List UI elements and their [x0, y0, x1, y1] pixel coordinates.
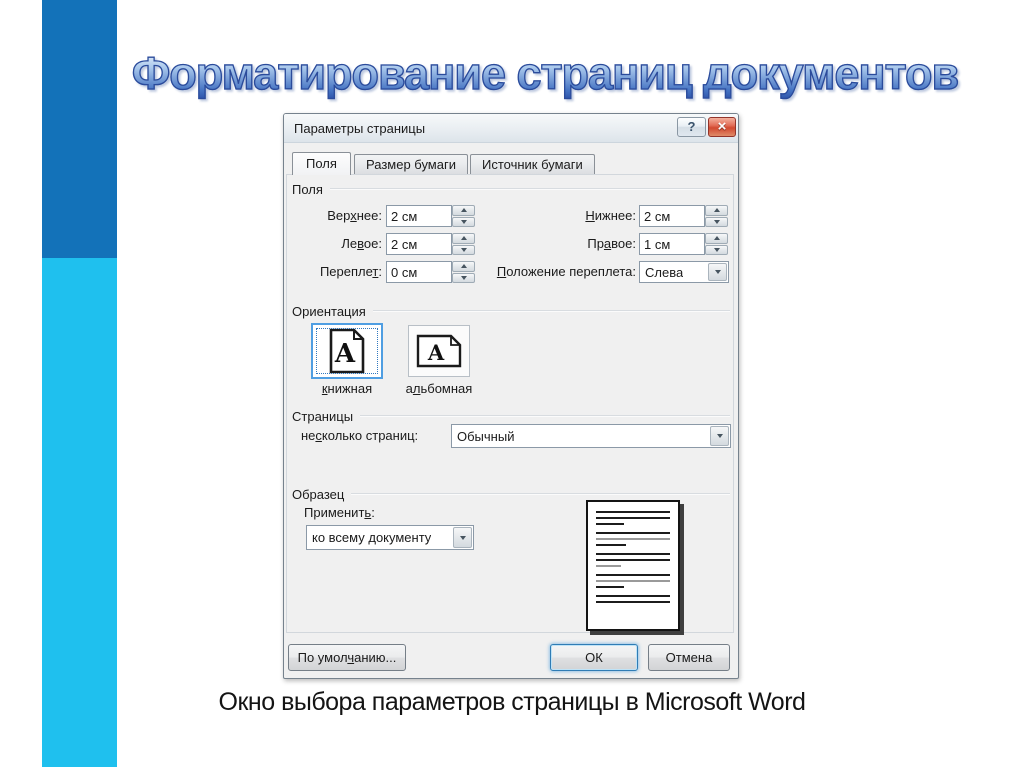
margin-top-input[interactable]: [386, 205, 452, 227]
group-pages-label: Страницы: [292, 408, 354, 424]
document-preview: [586, 500, 680, 631]
combo-value: Слева: [645, 264, 684, 280]
help-button[interactable]: ?: [677, 117, 706, 137]
triangle-down-icon: [459, 535, 466, 540]
triangle-down-icon: [714, 270, 721, 274]
orientation-landscape-option-label[interactable]: альбомная: [394, 381, 484, 396]
tab-paper-size[interactable]: Размер бумаги: [354, 154, 468, 174]
page-setup-dialog: Параметры страницы ? × Поля Размер бумаг…: [283, 113, 739, 679]
cancel-button[interactable]: Отмена: [648, 644, 730, 671]
margin-right-spinner: [705, 233, 728, 255]
page-portrait-icon: A: [329, 328, 365, 374]
orientation-landscape-button[interactable]: A: [408, 325, 470, 377]
spin-down-button[interactable]: [705, 216, 728, 227]
group-separator-line: [372, 310, 730, 312]
triangle-down-icon: [713, 219, 720, 224]
triangle-down-icon: [716, 434, 723, 438]
group-separator-line: [351, 493, 730, 495]
margin-right-label: Правое:: [587, 236, 636, 251]
svg-text:A: A: [427, 340, 445, 365]
group-separator-line: [360, 415, 730, 417]
spin-down-button[interactable]: [705, 244, 728, 255]
accent-bar-top: [42, 0, 117, 258]
multiple-pages-label: несколько страниц:: [301, 428, 419, 443]
spin-up-button[interactable]: [705, 205, 728, 216]
triangle-up-icon: [713, 208, 720, 213]
combo-arrow-button[interactable]: [710, 426, 729, 446]
combo-arrow-button[interactable]: [453, 527, 472, 548]
spin-up-button[interactable]: [705, 233, 728, 244]
gutter-position-combo[interactable]: Слева: [639, 261, 729, 283]
margin-top-label: Верхнее:: [327, 208, 382, 223]
accent-bar: [42, 0, 117, 767]
group-pages-header: Страницы: [292, 408, 730, 424]
slide-caption: Окно выбора параметров страницы в Micros…: [218, 688, 806, 716]
dialog-title-text: Параметры страницы: [294, 121, 426, 136]
group-separator-line: [329, 188, 730, 190]
orientation-portrait-button[interactable]: A: [311, 323, 383, 379]
margin-bottom-label: Нижнее:: [585, 208, 636, 223]
margin-bottom-input[interactable]: [639, 205, 705, 227]
margin-bottom-spinner: [705, 205, 728, 227]
combo-value: Обычный: [457, 428, 515, 444]
margin-right-input[interactable]: [639, 233, 705, 255]
group-sample-label: Образец: [292, 486, 345, 502]
triangle-down-icon: [713, 247, 720, 252]
close-button[interactable]: ×: [708, 117, 736, 137]
gutter-input[interactable]: [386, 261, 452, 283]
dialog-titlebar[interactable]: Параметры страницы ? ×: [284, 114, 738, 143]
ok-button[interactable]: ОК: [550, 644, 638, 671]
group-orientation-header: Ориентация: [292, 303, 730, 319]
tab-paper-source[interactable]: Источник бумаги: [470, 154, 595, 174]
gutter-position-label: Положение переплета:: [496, 264, 636, 279]
margin-left-label: Левое:: [341, 236, 382, 251]
preview-lines: [596, 511, 670, 603]
page-title: Форматирование страниц документов: [90, 47, 1000, 100]
apply-to-combo[interactable]: ко всему документу: [306, 525, 474, 550]
default-button[interactable]: По умолчанию...: [288, 644, 406, 671]
page-landscape-icon: A: [416, 334, 462, 368]
group-orientation-label: Ориентация: [292, 303, 366, 319]
combo-value: ко всему документу: [312, 530, 432, 545]
group-margins-header: Поля: [292, 181, 730, 197]
multiple-pages-combo[interactable]: Обычный: [451, 424, 731, 448]
gutter-label: Переплет:: [319, 264, 382, 279]
combo-arrow-button[interactable]: [708, 263, 727, 281]
margin-left-input[interactable]: [386, 233, 452, 255]
apply-to-label: Применить:: [304, 505, 375, 520]
tab-fields[interactable]: Поля: [292, 152, 351, 175]
triangle-up-icon: [713, 236, 720, 241]
svg-text:A: A: [334, 339, 356, 369]
orientation-portrait-option-label[interactable]: книжная: [304, 381, 390, 396]
group-margins-label: Поля: [292, 181, 323, 197]
